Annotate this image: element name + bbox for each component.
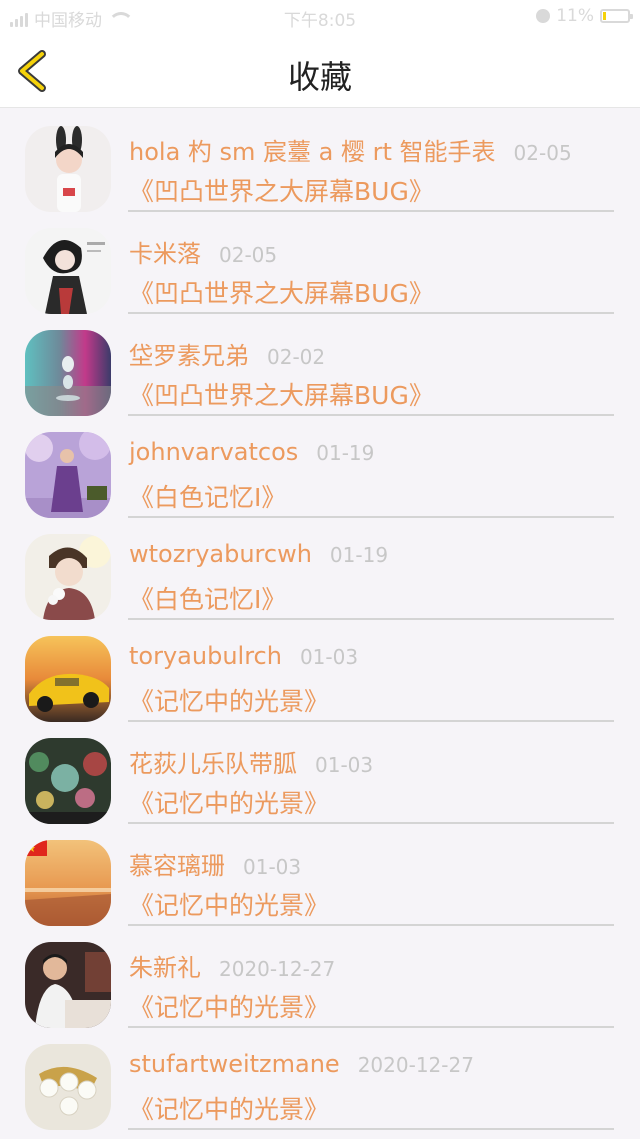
- list-item[interactable]: hola 杓 sm 宸薹 a 樱 rt 智能手表 02-05 《凹凸世界之大屏幕…: [0, 108, 640, 212]
- item-date: 01-03: [299, 645, 359, 669]
- avatar: [25, 432, 111, 518]
- item-name: 朱新礼: [129, 954, 201, 982]
- item-name: 垈罗素兄弟: [129, 342, 249, 370]
- nav-bar: 收藏: [0, 34, 640, 108]
- item-title: 《凹凸世界之大屏幕BUG》: [129, 177, 434, 206]
- item-title: 《记忆中的光景》: [129, 789, 330, 818]
- list-item[interactable]: 朱新礼 2020-12-27 《记忆中的光景》: [0, 924, 640, 1028]
- item-title: 《白色记忆Ⅰ》: [129, 585, 287, 614]
- item-title: 《记忆中的光景》: [129, 687, 330, 716]
- item-date: 2020-12-27: [219, 957, 336, 981]
- item-name-line: hola 杓 sm 宸薹 a 樱 rt 智能手表 02-05: [129, 132, 572, 167]
- list-item[interactable]: johnvarvatcos 01-19 《白色记忆Ⅰ》: [0, 414, 640, 518]
- item-name-line: 花荻儿乐队带胍 01-03: [129, 744, 373, 779]
- item-title: 《记忆中的光景》: [129, 993, 330, 1022]
- list-item[interactable]: 垈罗素兄弟 02-02 《凹凸世界之大屏幕BUG》: [0, 312, 640, 416]
- item-date: 01-03: [315, 753, 374, 777]
- battery-icon: [600, 9, 633, 23]
- item-name: hola 杓 sm 宸薹 a 樱 rt 智能手表: [129, 138, 496, 166]
- avatar: [25, 636, 111, 722]
- avatar: [25, 228, 111, 314]
- list-item[interactable]: 卡米落 02-05 《凹凸世界之大屏幕BUG》: [0, 210, 640, 314]
- avatar: [25, 330, 111, 416]
- status-bar: 中国移动 下午8:05 11%: [0, 0, 640, 34]
- item-date: 02-05: [513, 141, 572, 165]
- item-name-line: 朱新礼 2020-12-27: [129, 948, 335, 983]
- item-title: 《记忆中的光景》: [129, 1095, 330, 1124]
- item-date: 01-03: [243, 855, 302, 879]
- item-date: 01-19: [316, 441, 375, 465]
- list-item[interactable]: stufartweitzmane 2020-12-27 《记忆中的光景》: [0, 1026, 640, 1130]
- page-title: 收藏: [287, 58, 352, 96]
- item-name: 花荻儿乐队带胍: [129, 750, 297, 778]
- item-date: 02-02: [267, 345, 326, 369]
- avatar: [25, 942, 111, 1028]
- battery-percent: 11%: [556, 6, 594, 26]
- item-name-line: 慕容璃珊 01-03: [129, 846, 301, 881]
- item-name-line: 卡米落 02-05: [129, 234, 277, 269]
- item-title: 《白色记忆Ⅰ》: [129, 483, 287, 512]
- item-name: johnvarvatcos: [129, 438, 299, 466]
- item-date: 2020-12-27: [357, 1053, 474, 1077]
- avatar: [25, 840, 111, 926]
- item-name-line: toryaubulrch 01-03: [129, 642, 358, 670]
- item-date: 01-19: [329, 543, 389, 567]
- item-date: 02-05: [219, 243, 278, 267]
- item-name-line: johnvarvatcos 01-19: [129, 438, 374, 466]
- item-name: 卡米落: [129, 240, 201, 268]
- avatar: [25, 126, 111, 212]
- item-title: 《记忆中的光景》: [129, 891, 330, 920]
- item-name-line: 垈罗素兄弟 02-02: [129, 336, 325, 371]
- list-item[interactable]: 花荻儿乐队带胍 01-03 《记忆中的光景》: [0, 720, 640, 824]
- item-name: stufartweitzmane: [129, 1050, 340, 1078]
- avatar: [25, 738, 111, 824]
- avatar: [25, 1044, 111, 1130]
- item-name-line: stufartweitzmane 2020-12-27: [129, 1050, 474, 1078]
- list-item[interactable]: wtozryaburcwh 01-19 《白色记忆Ⅰ》: [0, 516, 640, 620]
- item-title: 《凹凸世界之大屏幕BUG》: [129, 381, 434, 410]
- divider: [128, 1128, 614, 1130]
- status-right: 11%: [536, 6, 633, 26]
- item-title: 《凹凸世界之大屏幕BUG》: [129, 279, 434, 308]
- item-name: 慕容璃珊: [129, 852, 225, 880]
- item-name: toryaubulrch: [129, 642, 282, 670]
- avatar: [25, 534, 111, 620]
- item-name-line: wtozryaburcwh 01-19: [129, 540, 388, 568]
- list-item[interactable]: toryaubulrch 01-03 《记忆中的光景》: [0, 618, 640, 722]
- item-name: wtozryaburcwh: [129, 540, 312, 568]
- favorites-list: hola 杓 sm 宸薹 a 樱 rt 智能手表 02-05 《凹凸世界之大屏幕…: [0, 108, 640, 1130]
- list-item[interactable]: 慕容璃珊 01-03 《记忆中的光景》: [0, 822, 640, 926]
- orientation-lock-icon: [536, 9, 551, 23]
